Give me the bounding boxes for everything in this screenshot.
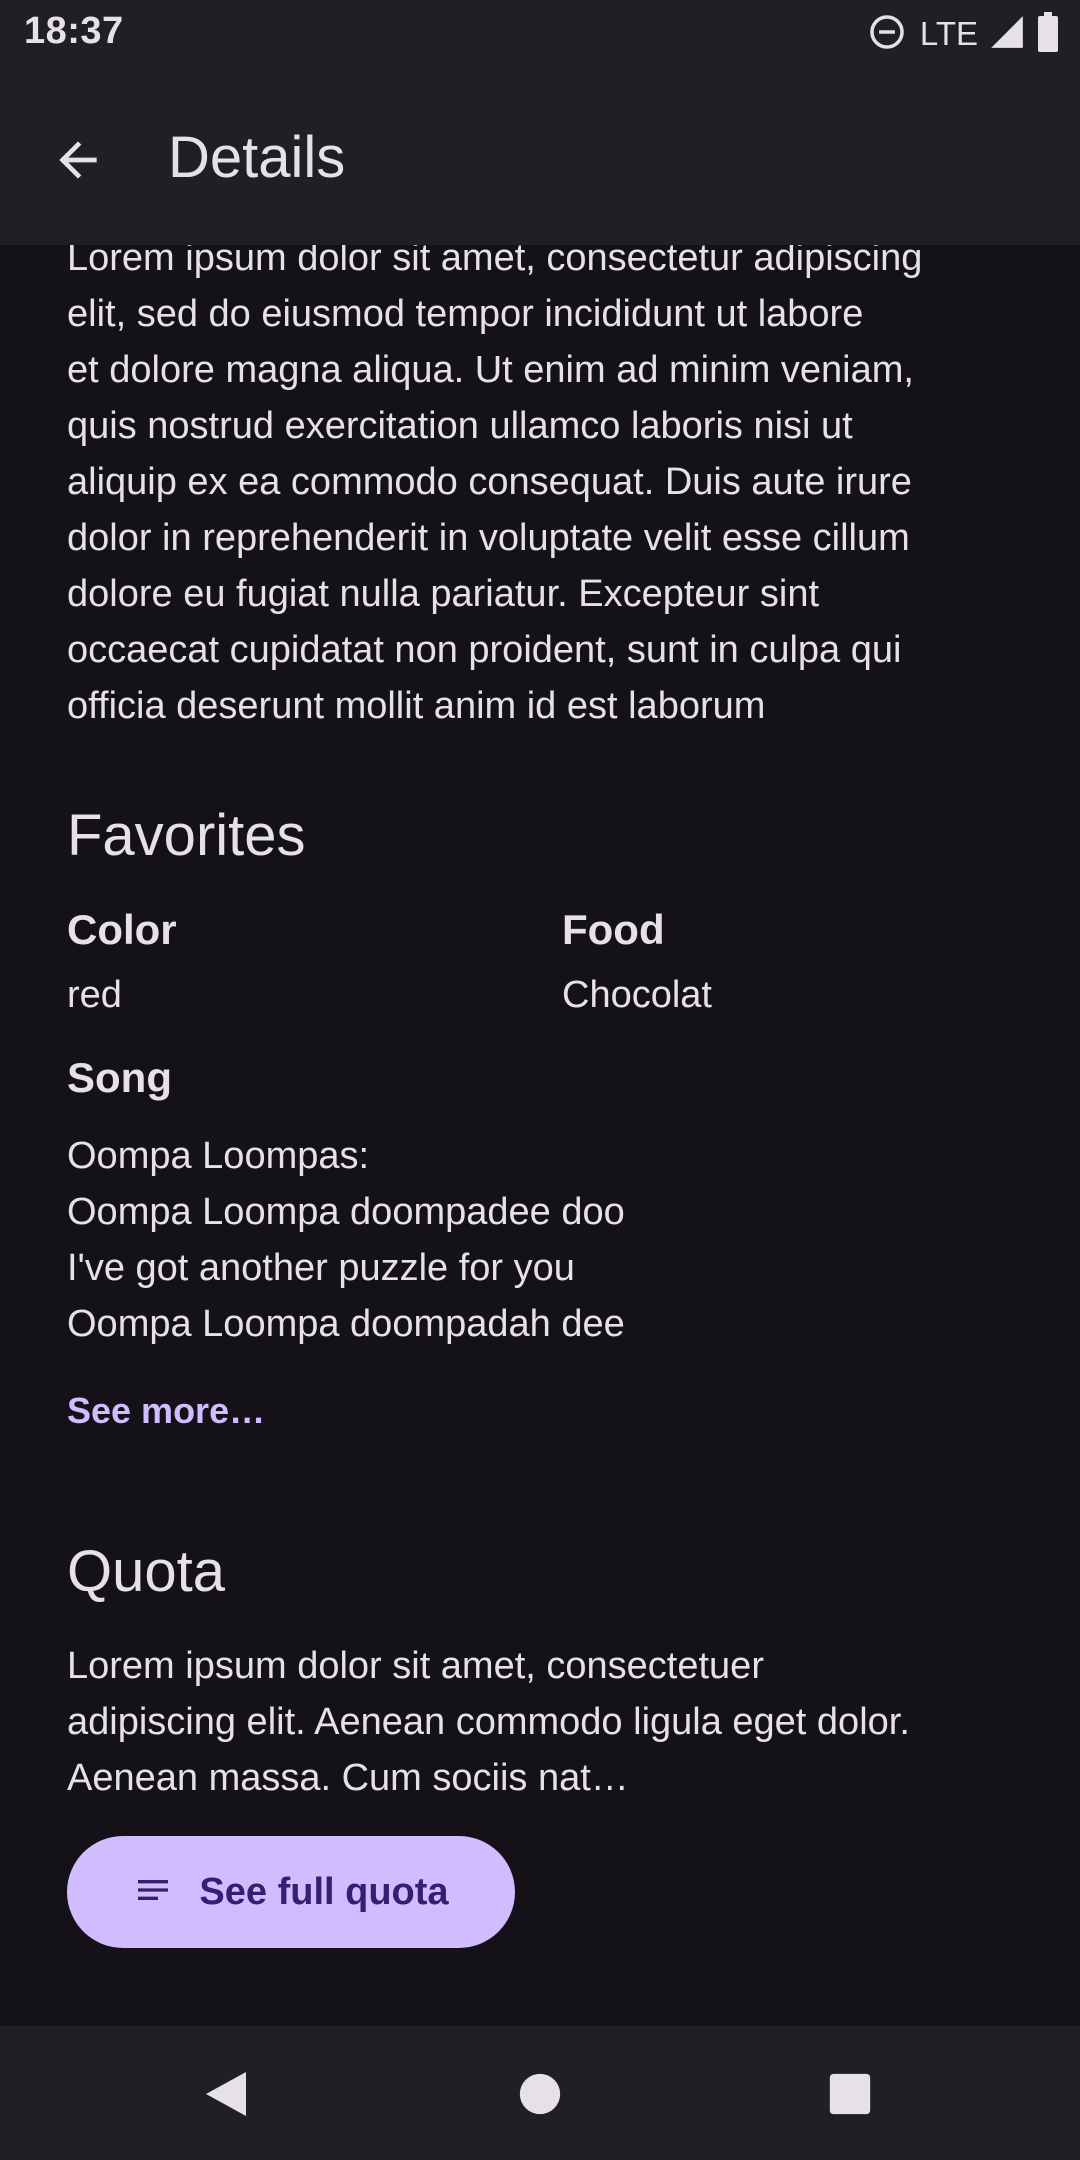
nav-recents-button[interactable]: [820, 2066, 880, 2126]
details-screen: 18:37 LTE Details Lorem ipsum dolor sit …: [0, 0, 1080, 2160]
song-lyric-line: Oompa Loompa doompadah dee: [67, 1303, 625, 1345]
description-line: officia deserunt mollit anim id est labo…: [67, 685, 766, 727]
quota-text-line: Aenean massa. Cum sociis nat…: [67, 1757, 629, 1799]
do-not-disturb-icon: [868, 13, 906, 56]
arrow-back-icon: [50, 132, 106, 193]
battery-icon: [1036, 11, 1060, 57]
food-label: Food: [562, 906, 665, 953]
quota-text-line: Lorem ipsum dolor sit amet, consectetuer: [67, 1645, 764, 1687]
song-lyric-line: Oompa Loompa doompadee doo: [67, 1191, 625, 1233]
status-bar: 18:37 LTE: [0, 0, 1080, 68]
top-app-bar: Details: [0, 68, 1080, 245]
see-more-link[interactable]: See more…: [67, 1390, 265, 1432]
status-time: 18:37: [24, 10, 124, 52]
status-icons: LTE: [868, 11, 1060, 57]
description-line: elit, sed do eiusmod tempor incididunt u…: [67, 293, 864, 335]
description-line: aliquip ex ea commodo consequat. Duis au…: [67, 461, 912, 503]
quota-heading: Quota: [67, 1539, 225, 1604]
back-button[interactable]: [36, 120, 120, 204]
song-lyric-line: I've got another puzzle for you: [67, 1247, 575, 1289]
signal-icon: [988, 13, 1026, 56]
nav-back-button[interactable]: [196, 2066, 256, 2126]
network-type: LTE: [919, 15, 978, 52]
description-line: dolore eu fugiat nulla pariatur. Excepte…: [67, 573, 820, 615]
quota-text-line: adipiscing elit. Aenean commodo ligula e…: [67, 1701, 910, 1743]
notes-icon: [133, 1870, 173, 1915]
nav-back-icon: [202, 2068, 250, 2125]
nav-home-icon: [518, 2072, 562, 2121]
description-line: occaecat cupidatat non proident, sunt in…: [67, 629, 902, 671]
description-line: et dolore magna aliqua. Ut enim ad minim…: [67, 349, 914, 391]
description-text: Lorem ipsum dolor sit amet, consectetur …: [67, 230, 1027, 734]
song-lyric-line: Oompa Loompas:: [67, 1135, 370, 1177]
song-label: Song: [67, 1054, 172, 1101]
description-line: dolor in reprehenderit in voluptate veli…: [67, 517, 910, 559]
see-full-quota-label: See full quota: [199, 1870, 449, 1913]
food-value: Chocolat: [562, 974, 712, 1016]
nav-recents-icon: [828, 2072, 872, 2121]
see-full-quota-button[interactable]: See full quota: [67, 1836, 515, 1948]
page-title: Details: [168, 125, 346, 190]
description-line: quis nostrud exercitation ullamco labori…: [67, 405, 853, 447]
favorites-heading: Favorites: [67, 803, 306, 868]
color-value: red: [67, 974, 122, 1016]
quota-text: Lorem ipsum dolor sit amet, consectetuer…: [67, 1638, 1027, 1806]
system-navigation-bar: [0, 2026, 1080, 2160]
nav-home-button[interactable]: [510, 2066, 570, 2126]
color-label: Color: [67, 906, 177, 953]
